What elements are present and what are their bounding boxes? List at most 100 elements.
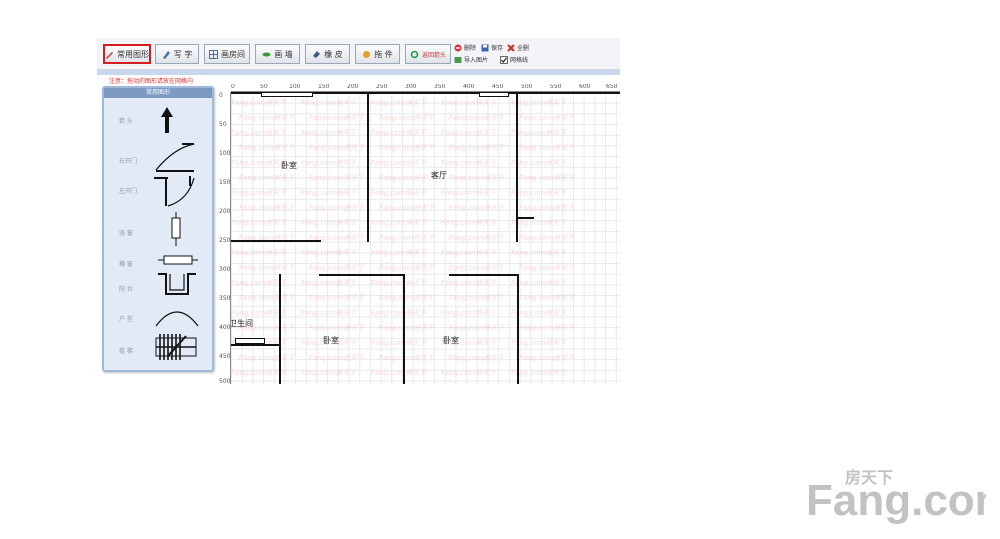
watermark-text: Fang.com房天下: [441, 249, 497, 257]
watermark-text: Fang.com房天下: [511, 129, 567, 137]
palette-item-balcony[interactable]: 阳 台: [119, 284, 133, 293]
vertical-window-shape-icon[interactable]: [170, 212, 182, 248]
refresh-icon: [410, 50, 419, 59]
watermark-text: Fang.com房天下: [239, 264, 295, 272]
watermark-text: Fang.com房天下: [231, 129, 287, 137]
drag-icon: [362, 50, 371, 59]
watermark-text: Fang.com房天下: [301, 159, 357, 167]
palette-item-right-door[interactable]: 右开门: [119, 156, 137, 165]
watermark-text: Fang.com房天下: [441, 159, 497, 167]
drag-button[interactable]: 拖 件: [355, 44, 400, 64]
wall-vertical-center: [367, 92, 369, 242]
watermark-text: Fang.com房天下: [371, 219, 427, 227]
delete-icon: [454, 44, 462, 52]
wall-bath-bottom: [231, 344, 279, 346]
checkbox-checked-icon: [500, 55, 508, 64]
arrow-shape-icon[interactable]: [156, 106, 178, 136]
wall-vertical-right: [516, 92, 518, 242]
save-icon: [481, 44, 489, 52]
palette-item-floorplan[interactable]: 户 型: [119, 314, 133, 323]
watermark-text: Fang.com房天下: [441, 99, 497, 107]
clear-all-button[interactable]: 全删: [507, 43, 529, 52]
import-image-button[interactable]: 导入图片: [454, 55, 488, 64]
left-door-shape-icon[interactable]: [152, 174, 196, 210]
stairs-shape-icon[interactable]: [154, 332, 200, 364]
watermark-text: Fang.com房天下: [511, 279, 567, 287]
watermark-text: Fang.com房天下: [301, 219, 357, 227]
save-button[interactable]: 保存: [481, 43, 503, 52]
watermark-text: Fang.com房天下: [449, 114, 505, 122]
room-label-bathroom: 卫生间: [231, 319, 253, 328]
drawing-canvas[interactable]: Fang.com房天下 Fang.com房天下 Fang.com房天下 Fang.co…: [231, 92, 620, 384]
watermark-text: Fang.com房天下: [371, 189, 427, 197]
watermark-text: Fang.com房天下: [371, 309, 427, 317]
watermark-text: Fang.com房天下: [441, 279, 497, 287]
grid-line-checkbox[interactable]: 网格线: [500, 55, 528, 64]
palette-item-horizontal-window[interactable]: 横 窗: [119, 259, 133, 268]
watermark-text: Fang.com房天下: [239, 354, 295, 362]
watermark-text: Fang.com房天下: [379, 324, 435, 332]
watermark-text: Fang.com房天下: [371, 159, 427, 167]
watermark-text: Fang.com房天下: [511, 369, 567, 377]
floorplan-editor: 常用图形 写 字 画房间 画 墙 橡 皮 拖 件 返回箭头 删除 保存 全删 导…: [97, 38, 620, 384]
watermark-text: Fang.com房天下: [309, 383, 364, 384]
watermark-text: Fang.com房天下: [379, 144, 435, 152]
back-arrow-button[interactable]: 返回箭头: [405, 44, 451, 64]
watermark-text: Fang.com房天下: [379, 204, 435, 212]
brush-icon: [262, 50, 271, 59]
svg-text:Fang.com: Fang.com: [806, 476, 986, 525]
watermark-text: Fang.com房天下: [519, 324, 575, 332]
watermark-text: Fang.com房天下: [301, 249, 357, 257]
fang-logo: Fang.com 房天下: [800, 465, 1000, 527]
draw-room-button[interactable]: 画房间: [204, 44, 250, 64]
draw-wall-button[interactable]: 画 墙: [255, 44, 300, 64]
watermark-text: Fang.com房天下: [239, 204, 295, 212]
delete-button[interactable]: 删除: [454, 43, 476, 52]
watermark-text: Fang.com房天下: [231, 99, 287, 107]
palette-item-stairs[interactable]: 楼 梯: [119, 346, 133, 355]
shape-palette: 常用图形 箭 头 右开门 左开门 竖 窗 横 窗 阳 台 户 型 楼 梯: [102, 86, 214, 372]
watermark-text: Fang.com房天下: [309, 354, 365, 362]
horizontal-window-shape-icon[interactable]: [158, 254, 198, 268]
image-icon: [454, 56, 462, 64]
watermark-text: Fang.com房天下: [441, 309, 497, 317]
palette-item-left-door[interactable]: 左开门: [119, 186, 137, 195]
watermark-text: Fang.com房天下: [231, 219, 287, 227]
watermark-text: Fang.com房天下: [309, 114, 365, 122]
palette-item-vertical-window[interactable]: 竖 窗: [119, 228, 133, 237]
palette-item-arrow[interactable]: 箭 头: [119, 116, 133, 125]
watermark-text: Fang.com房天下: [309, 294, 365, 302]
write-text-button[interactable]: 写 字: [155, 44, 199, 64]
wall-stub-right: [518, 217, 534, 219]
watermark-text: Fang.com房天下: [519, 294, 575, 302]
watermark-text: Fang.com房天下: [511, 219, 567, 227]
watermark-text: Fang.com房天下: [309, 324, 365, 332]
watermark-text: Fang.com房天下: [519, 234, 575, 242]
window-top-right: [479, 92, 509, 97]
watermark-text: Fang.com房天下: [239, 144, 295, 152]
eraser-button[interactable]: 橡 皮: [305, 44, 350, 64]
right-door-shape-icon[interactable]: [154, 142, 196, 174]
watermark-text: Fang.com房天下: [379, 294, 435, 302]
watermark-text: Fang.com房天下: [511, 249, 567, 257]
watermark-text: Fang.com房天下: [519, 204, 575, 212]
room-label-bedroom-3: 卧室: [443, 336, 459, 345]
watermark-text: Fang.com房天下: [449, 174, 505, 182]
watermark-text: Fang.com房天下: [449, 144, 505, 152]
watermark-text: Fang.com房天下: [239, 294, 295, 302]
watermark-text: Fang.com房天下: [301, 369, 357, 377]
watermark-text: Fang.com房天下: [441, 189, 497, 197]
common-shapes-button[interactable]: 常用图形: [103, 44, 151, 64]
floorplan-shape-icon[interactable]: [154, 302, 200, 330]
watermark-text: Fang.com房天下: [301, 189, 357, 197]
watermark-text: Fang.com房天下: [231, 249, 287, 257]
window-top-left: [261, 92, 313, 97]
watermark-text: Fang.com房天下: [371, 129, 427, 137]
room-label-bedroom-1: 卧室: [281, 161, 297, 170]
watermark-text: Fang.com房天下: [519, 114, 575, 122]
watermark-text: Fang.com房天下: [441, 219, 497, 227]
wall-bath-right: [279, 274, 281, 384]
wall-bedroom3-top: [449, 274, 519, 276]
balcony-shape-icon[interactable]: [156, 272, 198, 300]
watermark-text: Fang.com房天下: [301, 129, 357, 137]
